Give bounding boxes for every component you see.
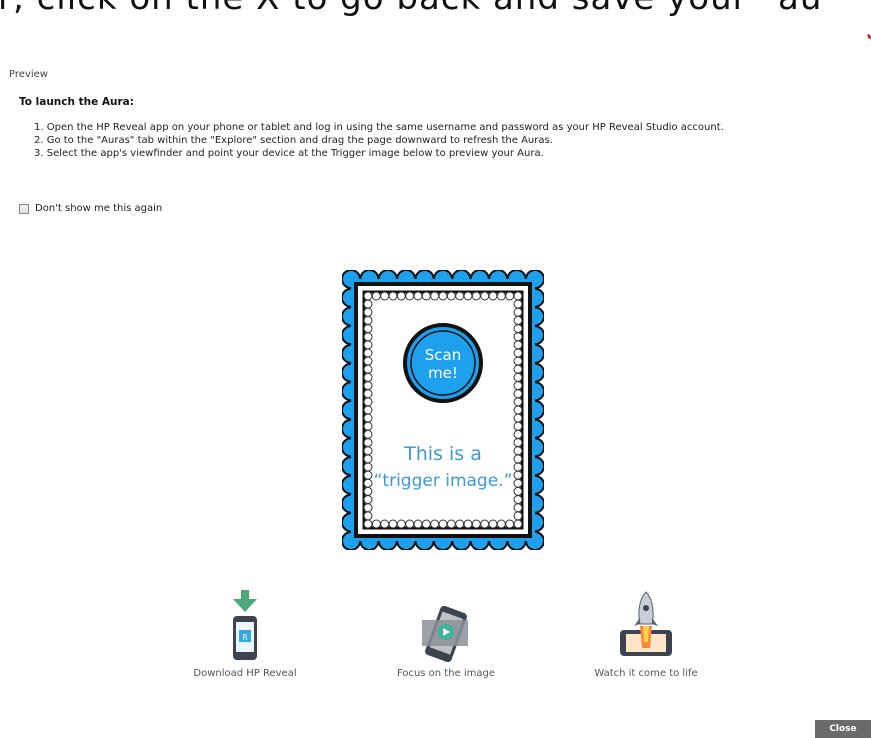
feature-label-download: Download HP Reveal [193, 668, 297, 679]
rocket-phone-icon [620, 591, 672, 656]
dont-show-again-label: Don't show me this again [35, 203, 163, 214]
background-caption: r, click on the X to go back and save yo… [0, 0, 871, 47]
feature-download: R Download HP Reveal [160, 590, 330, 679]
instruction-steps: 1. Open the HP Reveal app on your phone … [34, 121, 724, 160]
svg-text:R: R [242, 633, 248, 642]
feature-focus: Focus on the image [361, 590, 531, 679]
scan-badge-line1: Scan [425, 346, 461, 364]
red-mark-icon: ✓ [864, 22, 871, 47]
instruction-step: 3. Select the app's viewfinder and point… [34, 148, 544, 159]
dialog-title: Preview [9, 69, 48, 80]
download-phone-icon: R [233, 590, 257, 660]
phone-camera-icon [422, 605, 468, 662]
background-caption-text: r, click on the X to go back and save yo… [0, 0, 822, 18]
dont-show-again-option[interactable]: Don't show me this again [19, 203, 162, 214]
scan-badge-line2: me! [428, 364, 458, 382]
instruction-step: 2. Go to the "Auras" tab within the "Exp… [34, 135, 553, 146]
dont-show-again-checkbox[interactable] [19, 203, 29, 214]
trigger-caption-line2: “trigger image.” [374, 471, 513, 491]
trigger-caption-line1: This is a [403, 443, 482, 465]
feature-label-focus: Focus on the image [396, 668, 496, 679]
close-button[interactable]: Close [815, 720, 871, 738]
launch-heading: To launch the Aura: [19, 96, 134, 108]
trigger-image: Scan me! This is a “trigger image.” [341, 269, 545, 551]
feature-label-watch: Watch it come to life [594, 668, 698, 679]
feature-watch: Watch it come to life [561, 590, 731, 679]
instruction-step: 1. Open the HP Reveal app on your phone … [34, 122, 724, 133]
